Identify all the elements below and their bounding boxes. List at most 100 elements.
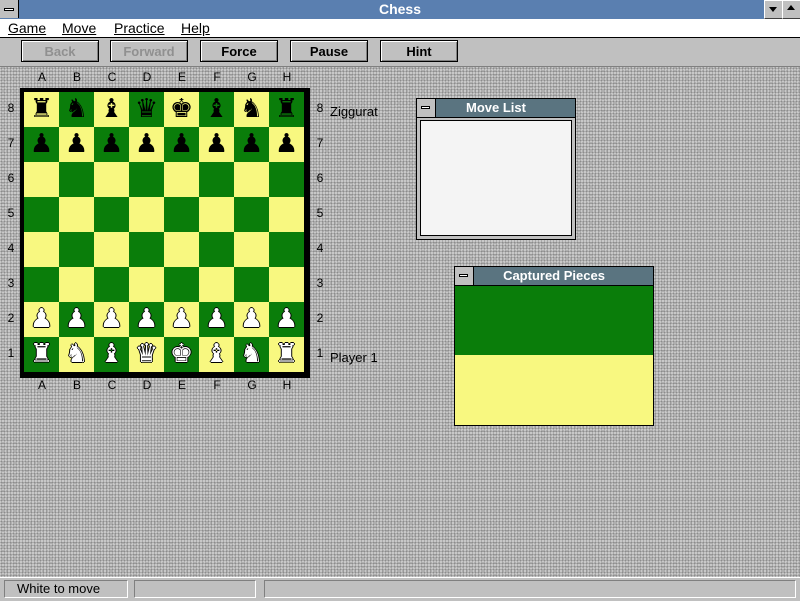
square-h2[interactable]: ♟ [269,302,304,337]
square-c5[interactable] [94,197,129,232]
black-knight-icon[interactable]: ♞ [59,92,94,127]
black-pawn-icon[interactable]: ♟ [199,127,234,162]
square-h1[interactable]: ♜ [269,337,304,372]
black-pawn-icon[interactable]: ♟ [59,127,94,162]
square-e5[interactable] [164,197,199,232]
square-d4[interactable] [129,232,164,267]
square-e6[interactable] [164,162,199,197]
hint-button[interactable]: Hint [380,40,458,62]
square-g4[interactable] [234,232,269,267]
square-f8[interactable]: ♝ [199,92,234,127]
square-f5[interactable] [199,197,234,232]
back-button[interactable]: Back [21,40,99,62]
black-pawn-icon[interactable]: ♟ [234,127,269,162]
square-g6[interactable] [234,162,269,197]
white-rook-icon[interactable]: ♜ [269,337,304,372]
white-pawn-icon[interactable]: ♟ [59,302,94,337]
white-knight-icon[interactable]: ♞ [59,337,94,372]
force-button[interactable]: Force [200,40,278,62]
square-e1[interactable]: ♚ [164,337,199,372]
captured-pieces-title[interactable]: Captured Pieces [455,267,653,286]
menu-game[interactable]: Game [8,20,46,36]
square-d3[interactable] [129,267,164,302]
square-g3[interactable] [234,267,269,302]
square-d8[interactable]: ♛ [129,92,164,127]
menu-practice[interactable]: Practice [114,20,165,36]
square-a7[interactable]: ♟ [24,127,59,162]
square-a4[interactable] [24,232,59,267]
maximize-button[interactable] [782,0,800,19]
white-bishop-icon[interactable]: ♝ [94,337,129,372]
square-g7[interactable]: ♟ [234,127,269,162]
captured-system-menu-icon[interactable] [455,267,474,285]
square-b4[interactable] [59,232,94,267]
square-g1[interactable]: ♞ [234,337,269,372]
square-a8[interactable]: ♜ [24,92,59,127]
black-pawn-icon[interactable]: ♟ [24,127,59,162]
white-pawn-icon[interactable]: ♟ [199,302,234,337]
square-g5[interactable] [234,197,269,232]
square-c3[interactable] [94,267,129,302]
white-queen-icon[interactable]: ♛ [129,337,164,372]
square-d6[interactable] [129,162,164,197]
move-list-system-menu-icon[interactable] [417,99,436,117]
move-list-content[interactable] [420,120,572,236]
square-a1[interactable]: ♜ [24,337,59,372]
square-d7[interactable]: ♟ [129,127,164,162]
menu-move[interactable]: Move [62,20,96,36]
square-b6[interactable] [59,162,94,197]
square-a2[interactable]: ♟ [24,302,59,337]
square-c2[interactable]: ♟ [94,302,129,337]
square-f4[interactable] [199,232,234,267]
white-pawn-icon[interactable]: ♟ [269,302,304,337]
square-f6[interactable] [199,162,234,197]
white-pawn-icon[interactable]: ♟ [164,302,199,337]
square-b1[interactable]: ♞ [59,337,94,372]
square-c4[interactable] [94,232,129,267]
square-h7[interactable]: ♟ [269,127,304,162]
white-pawn-icon[interactable]: ♟ [234,302,269,337]
black-bishop-icon[interactable]: ♝ [94,92,129,127]
square-f7[interactable]: ♟ [199,127,234,162]
square-d1[interactable]: ♛ [129,337,164,372]
square-c7[interactable]: ♟ [94,127,129,162]
square-c1[interactable]: ♝ [94,337,129,372]
minimize-button[interactable] [764,0,783,19]
black-knight-icon[interactable]: ♞ [234,92,269,127]
square-b8[interactable]: ♞ [59,92,94,127]
square-e7[interactable]: ♟ [164,127,199,162]
black-rook-icon[interactable]: ♜ [24,92,59,127]
menu-help[interactable]: Help [181,20,210,36]
square-b3[interactable] [59,267,94,302]
square-f1[interactable]: ♝ [199,337,234,372]
white-bishop-icon[interactable]: ♝ [199,337,234,372]
square-e8[interactable]: ♚ [164,92,199,127]
square-b5[interactable] [59,197,94,232]
square-h6[interactable] [269,162,304,197]
black-king-icon[interactable]: ♚ [164,92,199,127]
forward-button[interactable]: Forward [110,40,188,62]
white-rook-icon[interactable]: ♜ [24,337,59,372]
black-bishop-icon[interactable]: ♝ [199,92,234,127]
square-e2[interactable]: ♟ [164,302,199,337]
white-pawn-icon[interactable]: ♟ [129,302,164,337]
square-e3[interactable] [164,267,199,302]
black-pawn-icon[interactable]: ♟ [129,127,164,162]
black-pawn-icon[interactable]: ♟ [269,127,304,162]
move-list-title[interactable]: Move List [417,99,575,118]
black-rook-icon[interactable]: ♜ [269,92,304,127]
square-c8[interactable]: ♝ [94,92,129,127]
square-g2[interactable]: ♟ [234,302,269,337]
square-g8[interactable]: ♞ [234,92,269,127]
black-pawn-icon[interactable]: ♟ [164,127,199,162]
square-e4[interactable] [164,232,199,267]
white-knight-icon[interactable]: ♞ [234,337,269,372]
square-d2[interactable]: ♟ [129,302,164,337]
white-pawn-icon[interactable]: ♟ [94,302,129,337]
white-pawn-icon[interactable]: ♟ [24,302,59,337]
black-queen-icon[interactable]: ♛ [129,92,164,127]
square-b2[interactable]: ♟ [59,302,94,337]
square-a6[interactable] [24,162,59,197]
square-c6[interactable] [94,162,129,197]
square-a5[interactable] [24,197,59,232]
